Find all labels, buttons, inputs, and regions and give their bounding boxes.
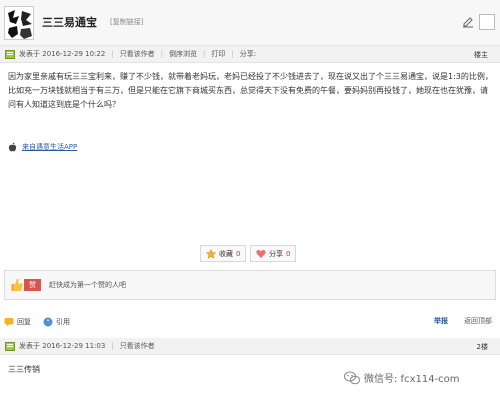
thread-title: 三三易通宝 bbox=[42, 16, 97, 29]
share-label: 分享: bbox=[239, 50, 257, 58]
reply-icon bbox=[4, 317, 14, 327]
reverse-browse-link[interactable]: 倒序浏览 bbox=[169, 49, 197, 59]
like-button[interactable]: 赞 bbox=[11, 277, 41, 293]
reply-body: 三三传销 bbox=[8, 365, 40, 374]
posted-prefix: 发表于 bbox=[19, 50, 40, 58]
floor-label: 楼主 bbox=[474, 51, 488, 59]
back-to-top-link[interactable]: 返回顶部 bbox=[464, 316, 492, 326]
quote-icon: ” bbox=[43, 317, 53, 327]
print-link[interactable]: 打印 bbox=[211, 49, 225, 59]
copy-link[interactable]: [复制链接] bbox=[110, 17, 143, 27]
post-status-icon bbox=[5, 49, 15, 59]
watermark-text: 微信号: fcx114-com bbox=[364, 374, 460, 385]
only-author-link[interactable]: 只看该作者 bbox=[120, 49, 155, 59]
watermark: 微信号: fcx114-com bbox=[344, 370, 460, 385]
app-source-link[interactable]: 来自遇意生活APP bbox=[8, 142, 77, 152]
reply-label: 回复 bbox=[17, 318, 31, 326]
heart-icon bbox=[256, 249, 266, 259]
post-actions: 回复 ” 引用 举报 返回顶部 bbox=[4, 315, 496, 329]
share-button-label: 分享 bbox=[269, 249, 283, 258]
reply-meta-bar: 发表于 2016-12-29 11:03 | 只看该作者 2楼 bbox=[0, 338, 500, 355]
wechat-icon bbox=[344, 371, 360, 385]
post-body: 因为家里亲戚有玩三三宝利来，赚了不少钱，就带着老妈玩，老妈已经投了不少钱进去了，… bbox=[8, 72, 493, 109]
reply-timestamp: 2016-12-29 11:03 bbox=[42, 342, 106, 350]
thread-header: 三三易通宝 [复制链接] bbox=[0, 0, 500, 46]
like-label: 赞 bbox=[24, 279, 41, 291]
like-prompt: 赶快成为第一个赞的人吧 bbox=[49, 281, 126, 289]
edit-icon[interactable] bbox=[462, 16, 474, 28]
reply-posted-prefix: 发表于 bbox=[19, 342, 40, 350]
favorite-button[interactable]: 收藏 0 bbox=[200, 245, 247, 262]
favorite-count: 0 bbox=[236, 249, 241, 258]
star-icon bbox=[205, 248, 217, 259]
reply-status-icon bbox=[5, 341, 15, 351]
svg-text:”: ” bbox=[46, 319, 50, 327]
share-count: 0 bbox=[286, 249, 291, 258]
reply-only-author-link[interactable]: 只看该作者 bbox=[120, 341, 155, 351]
reply-button[interactable]: 回复 bbox=[4, 317, 31, 327]
avatar[interactable] bbox=[4, 6, 34, 40]
app-source-text: 来自遇意生活APP bbox=[22, 143, 78, 151]
thumbs-up-icon bbox=[11, 278, 23, 292]
apple-icon bbox=[8, 142, 17, 152]
reply-floor-label: 2楼 bbox=[476, 343, 488, 351]
quote-button[interactable]: ” 引用 bbox=[43, 317, 70, 327]
report-link[interactable]: 举报 bbox=[434, 316, 448, 326]
like-box: 赞 赶快成为第一个赞的人吧 bbox=[4, 270, 496, 300]
favorite-label: 收藏 bbox=[219, 249, 233, 258]
quote-label: 引用 bbox=[56, 318, 70, 326]
select-checkbox[interactable] bbox=[479, 14, 495, 30]
post-timestamp: 2016-12-29 10:22 bbox=[42, 50, 106, 58]
post-meta-bar: 发表于 2016-12-29 10:22 | 只看该作者 | 倒序浏览 | 打印… bbox=[0, 46, 500, 63]
share-button[interactable]: 分享 0 bbox=[250, 245, 297, 262]
